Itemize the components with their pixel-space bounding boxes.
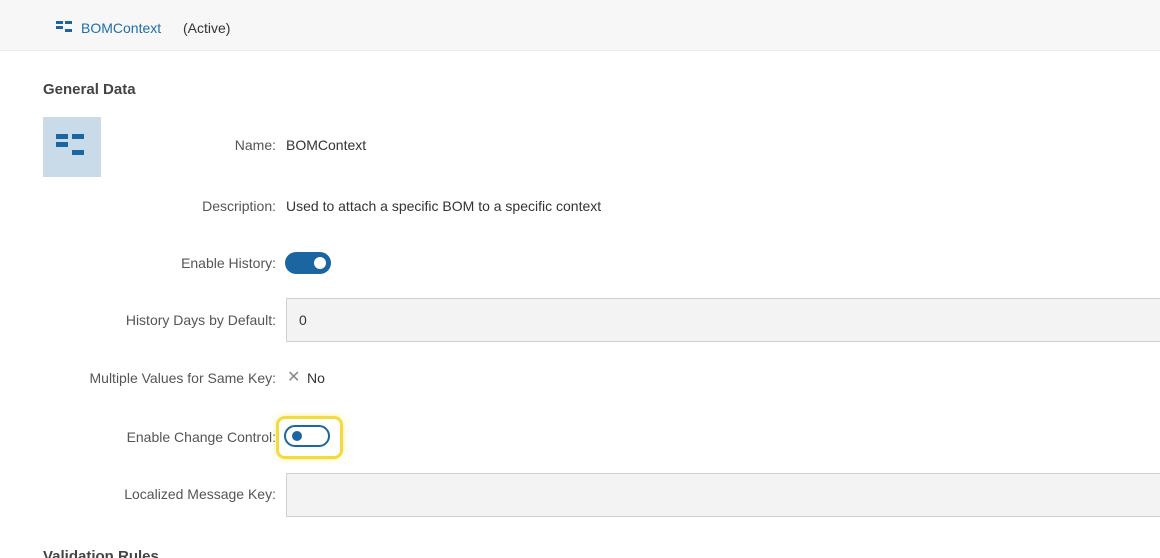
change-control-label: Enable Change Control:	[126, 429, 276, 445]
data-container-type-icon	[56, 134, 84, 155]
localized-key-input[interactable]	[286, 473, 1160, 517]
toggle-knob	[314, 257, 326, 269]
page: BOMContext (Active) General Data Name: B…	[0, 0, 1160, 558]
history-days-input[interactable]: 0	[286, 298, 1160, 342]
name-label: Name:	[234, 137, 276, 153]
section-title-validation-rules: Validation Rules	[43, 548, 159, 558]
multiple-values-value: No	[307, 370, 325, 386]
enable-history-label: Enable History:	[181, 255, 276, 271]
description-label: Description:	[202, 198, 276, 214]
section-title-general-data: General Data	[43, 81, 136, 98]
bom-context-icon	[56, 21, 72, 32]
name-value: BOMContext	[286, 137, 367, 153]
multiple-values-label: Multiple Values for Same Key:	[89, 370, 277, 386]
header-bar: BOMContext (Active)	[0, 0, 1160, 51]
type-icon-box	[43, 117, 101, 177]
status-badge: (Active)	[183, 20, 231, 36]
header-title-link[interactable]: BOMContext	[81, 20, 161, 36]
enable-history-toggle[interactable]	[285, 252, 331, 274]
description-value: Used to attach a specific BOM to a speci…	[286, 198, 602, 214]
x-icon: ✕	[287, 369, 301, 386]
history-days-label: History Days by Default:	[125, 312, 276, 328]
change-control-toggle[interactable]	[284, 425, 330, 447]
localized-key-label: Localized Message Key:	[124, 486, 276, 502]
toggle-knob	[292, 431, 302, 441]
